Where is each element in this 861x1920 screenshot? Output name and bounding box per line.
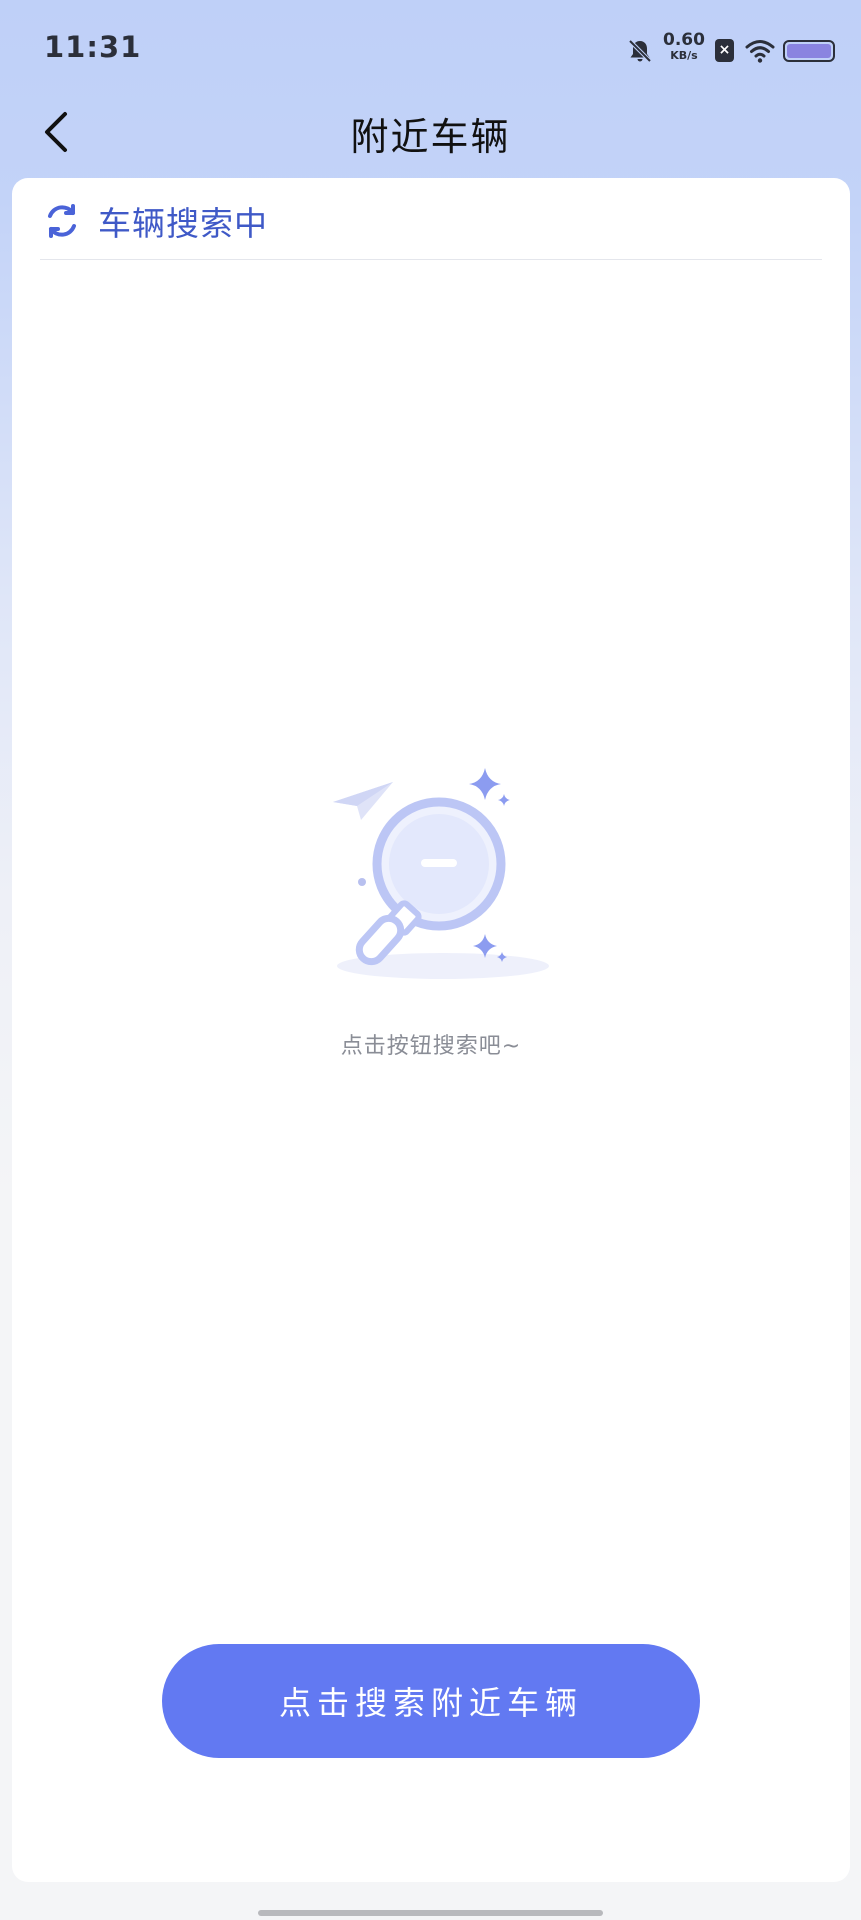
net-speed-unit: KB/s — [670, 49, 698, 62]
divider — [40, 259, 822, 260]
search-nearby-button[interactable]: 点击搜索附近车辆 — [162, 1644, 700, 1758]
net-speed: 0.60 KB/s — [662, 30, 706, 62]
empty-hint: 点击按钮搜索吧~ — [340, 1034, 522, 1059]
home-indicator[interactable] — [258, 1910, 603, 1916]
battery-icon — [783, 40, 835, 62]
bell-muted-icon — [628, 39, 652, 63]
page-title: 附近车辆 — [350, 115, 511, 159]
nav-bar: 附近车辆 — [0, 100, 861, 180]
refresh-icon[interactable] — [42, 201, 82, 241]
sim-off-icon: × — [715, 39, 734, 62]
status-bar: 11:31 0.60 KB/s × — [0, 0, 861, 100]
magnifier-search-illustration — [333, 768, 549, 979]
search-status: 车辆搜索中 — [42, 196, 268, 246]
net-speed-value: 0.60 — [663, 30, 705, 50]
status-time: 11:31 — [44, 30, 142, 64]
wifi-icon — [745, 40, 775, 63]
search-status-label: 车辆搜索中 — [98, 204, 268, 243]
content-card: 车辆搜索中 点击按钮搜索吧~ 点击搜索附近车辆 — [12, 178, 850, 1882]
